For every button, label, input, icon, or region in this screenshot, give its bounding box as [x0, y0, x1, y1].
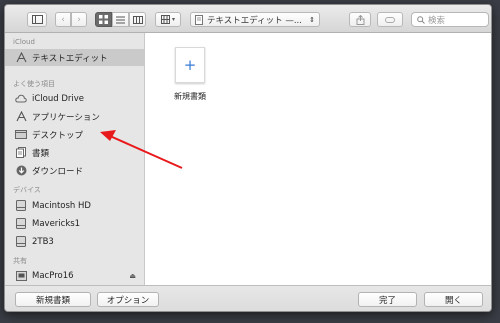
path-label: テキストエディット —... [207, 15, 302, 26]
plus-icon: + [183, 55, 197, 74]
bottom-bar: 新規書類 オプション 完了 開く [5, 285, 491, 311]
hard-drive-icon [15, 218, 27, 230]
tag-icon [385, 16, 395, 23]
sidebar-item-label: ダウンロード [32, 166, 84, 177]
chevron-down-icon: ▾ [171, 16, 175, 23]
columns-icon [132, 15, 143, 24]
column-view-button[interactable] [129, 12, 146, 27]
open-dialog-window: ‹ › ▾ テキストエディット —... ⇕ 検索 iCloud テキストエディ… [4, 4, 492, 312]
sidebar-item-icloud-drive[interactable]: iCloud Drive [5, 90, 144, 107]
downloads-icon [15, 165, 27, 177]
new-document-label: 新規書類 [174, 92, 206, 101]
sidebar-heading-shared: 共有 [13, 257, 27, 265]
sidebar: iCloud テキストエディット よく使う項目 iCloud Drive アプリ… [5, 33, 145, 285]
textedit-app-icon [15, 52, 27, 64]
sidebar-item-label: 書類 [32, 148, 50, 159]
new-document-item[interactable]: + [175, 47, 205, 83]
list-icon [116, 16, 125, 23]
sidebar-item-label: 2TB3 [32, 236, 54, 247]
sidebar-item-label: デスクトップ [32, 130, 84, 141]
sidebar-item-applications[interactable]: アプリケーション [5, 108, 144, 125]
sidebar-item-label: Mavericks1 [32, 218, 81, 229]
open-button[interactable]: 開く [424, 292, 483, 307]
sidebar-item-label: iCloud Drive [32, 93, 85, 104]
file-browser-content: + 新規書類 [145, 33, 491, 285]
icon-view-button[interactable] [95, 12, 112, 27]
sidebar-item-2tb3[interactable]: 2TB3 [5, 233, 144, 250]
new-document-button[interactable]: 新規書類 [15, 292, 91, 307]
hard-drive-icon [15, 200, 27, 212]
search-placeholder: 検索 [428, 15, 446, 26]
sidebar-heading-icloud: iCloud [13, 38, 35, 46]
sidebar-item-macpro16[interactable]: MacPro16 ⏏ [5, 267, 144, 284]
sidebar-item-label: テキストエディット [32, 53, 108, 64]
sidebar-item-downloads[interactable]: ダウンロード [5, 162, 144, 179]
sidebar-item-label: アプリケーション [32, 112, 100, 123]
chevron-left-icon: ‹ [61, 14, 65, 25]
documents-icon [15, 147, 27, 159]
applications-icon [15, 111, 27, 123]
desktop-icon [15, 129, 27, 141]
done-button[interactable]: 完了 [358, 292, 417, 307]
updown-arrows-icon: ⇕ [309, 15, 315, 24]
tags-button[interactable] [377, 12, 403, 27]
sidebar-item-mavericks1[interactable]: Mavericks1 [5, 215, 144, 232]
sidebar-item-label: MacPro16 [32, 270, 74, 281]
path-popup[interactable]: テキストエディット —... ⇕ [190, 12, 320, 27]
chevron-right-icon: › [77, 14, 81, 25]
sidebar-heading-favorites: よく使う項目 [13, 80, 55, 88]
sidebar-item-documents[interactable]: 書類 [5, 144, 144, 161]
forward-button[interactable]: › [71, 12, 87, 27]
grid-icon [99, 15, 108, 24]
sidebar-item-macintosh-hd[interactable]: Macintosh HD [5, 197, 144, 214]
sidebar-toggle-button[interactable] [27, 12, 47, 27]
sidebar-heading-devices: デバイス [13, 186, 41, 194]
options-button[interactable]: オプション [97, 292, 159, 307]
share-button[interactable] [349, 12, 371, 27]
eject-icon[interactable]: ⏏ [129, 272, 136, 280]
arrange-grid-icon [160, 15, 170, 24]
arrange-button[interactable]: ▾ [155, 12, 181, 27]
share-icon [356, 14, 364, 25]
sidebar-item-label: Macintosh HD [32, 200, 91, 211]
sidebar-item-desktop[interactable]: デスクトップ [5, 126, 144, 143]
sidebar-item-textedit[interactable]: テキストエディット [5, 49, 144, 66]
search-field[interactable]: 検索 [411, 12, 489, 27]
hard-drive-icon [15, 236, 27, 248]
search-icon [417, 15, 425, 24]
toolbar: ‹ › ▾ テキストエディット —... ⇕ 検索 [5, 5, 491, 33]
back-button[interactable]: ‹ [55, 12, 71, 27]
list-view-button[interactable] [112, 12, 129, 27]
textedit-document-icon [195, 14, 203, 25]
sidebar-icon [31, 15, 43, 24]
computer-icon [15, 270, 27, 282]
cloud-icon [15, 93, 27, 105]
